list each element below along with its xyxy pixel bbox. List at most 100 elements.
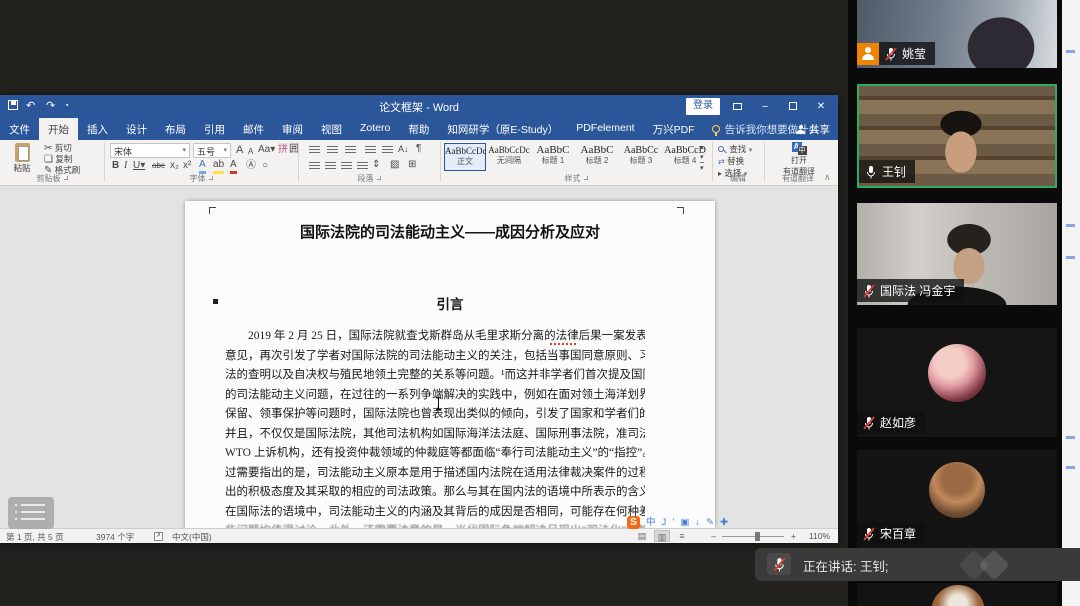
ime-toolbar[interactable]: S 中 J ’ ▣ ↓ ✎ ✚ (627, 515, 728, 530)
tab-design[interactable]: 设计 (117, 118, 156, 140)
sort-icon[interactable]: A↓ (398, 143, 409, 155)
ime-board-icon[interactable]: ▣ (680, 516, 689, 529)
document-page[interactable]: 国际法院的司法能动主义——成因分析及应对 引言 2019 年 2 月 25 日，… (185, 201, 715, 528)
style-heading2[interactable]: AaBbC 标题 2 (576, 143, 618, 171)
style-normal[interactable]: AaBbCcDc 正文 (444, 143, 486, 171)
enclose-characters-icon[interactable]: ○ (262, 160, 268, 172)
ime-chinese-icon[interactable]: 中 (646, 516, 656, 529)
shading-icon[interactable]: ▨ (390, 159, 399, 171)
align-right-icon[interactable] (338, 162, 355, 172)
dialog-launcher-icon[interactable] (377, 176, 381, 180)
read-mode-button[interactable]: ▤ (634, 530, 650, 542)
bold-icon[interactable]: B (112, 160, 119, 172)
zoom-in-button[interactable]: + (791, 531, 796, 541)
dialog-launcher-icon[interactable] (64, 176, 68, 180)
zoom-level[interactable]: 110% (809, 531, 830, 541)
close-button[interactable]: ✕ (808, 95, 834, 118)
tab-review[interactable]: 审阅 (273, 118, 312, 140)
font-name-combo[interactable]: 宋体 ▾ (110, 143, 190, 158)
video-tile-songbaizhang[interactable]: 宋百章 (857, 450, 1057, 548)
word-count[interactable]: 3974 个字 (96, 531, 134, 543)
ime-punct-icon[interactable]: ’ (672, 516, 674, 529)
align-center-icon[interactable] (322, 162, 339, 172)
find-button[interactable]: 查找 ▾ (718, 143, 752, 155)
proofing-icon[interactable] (154, 532, 163, 541)
italic-icon[interactable]: I (124, 160, 127, 172)
align-left-icon[interactable] (306, 162, 323, 172)
increase-indent-icon[interactable] (379, 146, 396, 156)
ribbon-display-options-icon[interactable] (724, 95, 750, 118)
multilevel-list-icon[interactable] (342, 146, 359, 156)
paste-button[interactable]: 粘贴 (6, 143, 38, 173)
video-tile-zhaoruyan[interactable]: 赵如彦 (857, 328, 1057, 437)
line-spacing-icon[interactable]: ⇕ (372, 159, 380, 171)
style-no-spacing[interactable]: AaBbCcDc 无间隔 (488, 143, 530, 171)
tab-wanxing-pdf[interactable]: 万兴PDF (644, 118, 704, 140)
decrease-indent-icon[interactable] (362, 146, 379, 156)
share-button[interactable]: 共享 (796, 122, 830, 137)
page-indicator[interactable]: 第 1 页, 共 5 页 (6, 531, 64, 543)
tab-cnki-estudy[interactable]: 知网研学（原E-Study） (438, 118, 567, 140)
tab-file[interactable]: 文件 (0, 118, 39, 140)
video-tile-yaoying[interactable]: 姚莹 (857, 0, 1057, 68)
floating-widget[interactable] (8, 497, 54, 529)
superscript-icon[interactable]: x² (183, 160, 191, 172)
pinyin-guide-icon[interactable]: 拼 (278, 144, 288, 156)
grow-font-icon[interactable]: A (236, 144, 243, 156)
language-indicator[interactable]: 中文(中国) (172, 531, 212, 543)
video-tile-partial[interactable] (857, 583, 1057, 606)
borders-icon[interactable]: ⊞ (408, 159, 416, 171)
subscript-icon[interactable]: x₂ (170, 160, 179, 172)
character-shading-icon[interactable]: Ⓐ (246, 160, 256, 172)
ime-mode-icon[interactable]: J (662, 516, 667, 529)
web-layout-button[interactable]: ≡ (674, 530, 690, 542)
style-heading1[interactable]: AaBbC 标题 1 (532, 143, 574, 171)
tab-view[interactable]: 视图 (312, 118, 351, 140)
tab-mailings[interactable]: 邮件 (234, 118, 273, 140)
collapse-ribbon-icon[interactable]: ∧ (824, 172, 831, 183)
tab-references[interactable]: 引用 (195, 118, 234, 140)
youdao-translate-button[interactable]: A中 打开 有道翻译 (768, 142, 830, 177)
numbering-icon[interactable] (324, 146, 341, 156)
strip-link-mark (1066, 436, 1075, 439)
video-tile-wangzhao[interactable]: 王钊 (857, 84, 1057, 188)
tab-insert[interactable]: 插入 (78, 118, 117, 140)
ime-download-icon[interactable]: ↓ (695, 516, 700, 529)
change-case-icon[interactable]: Aa▾ (258, 144, 275, 156)
login-button[interactable]: 登录 (686, 98, 720, 115)
strikethrough-icon[interactable]: abc (152, 160, 165, 172)
video-tile-fengjinyu[interactable]: 国际法 冯金宇 (857, 203, 1057, 305)
tab-layout[interactable]: 布局 (156, 118, 195, 140)
ime-skin-icon[interactable]: ✎ (706, 516, 714, 529)
tab-help[interactable]: 帮助 (399, 118, 438, 140)
dialog-launcher-icon[interactable] (209, 176, 213, 180)
ime-tools-icon[interactable]: ✚ (720, 516, 728, 529)
restore-button[interactable] (780, 95, 806, 118)
zoom-out-button[interactable]: – (711, 531, 716, 541)
strip-link-mark (1066, 466, 1075, 469)
print-layout-button[interactable]: ▥ (654, 530, 670, 542)
underline-icon[interactable]: U▾ (133, 160, 145, 172)
zoom-slider[interactable] (722, 536, 784, 537)
participant-name: 宋百章 (880, 525, 916, 542)
sogou-logo-icon[interactable]: S (627, 516, 640, 529)
document-area[interactable]: 国际法院的司法能动主义——成因分析及应对 引言 2019 年 2 月 25 日，… (0, 186, 838, 528)
zoom-slider-thumb[interactable] (755, 532, 760, 541)
shrink-font-icon[interactable]: A (248, 146, 253, 158)
person-icon (796, 125, 805, 134)
font-color-icon[interactable]: A (230, 159, 237, 174)
justify-icon[interactable] (354, 162, 371, 172)
dialog-launcher-icon[interactable] (584, 176, 588, 180)
style-heading3[interactable]: AaBbCc 标题 3 (620, 143, 662, 171)
tab-zotero[interactable]: Zotero (351, 118, 399, 140)
show-marks-icon[interactable]: ¶ (416, 143, 421, 155)
muted-mic-icon[interactable] (767, 553, 791, 575)
tab-home[interactable]: 开始 (39, 118, 78, 140)
font-size-combo[interactable]: 五号 ▾ (193, 143, 231, 158)
minimize-button[interactable]: – (752, 95, 778, 118)
highlight-color-icon[interactable]: ab (213, 159, 224, 174)
bullets-icon[interactable] (306, 146, 323, 156)
body-text: 2019 年 2 月 25 日，国际法院就查戈斯群岛从毛里求斯分离的法律后果一案… (225, 327, 645, 528)
text-effects-icon[interactable]: A (199, 159, 206, 174)
tab-pdfelement[interactable]: PDFelement (567, 118, 643, 140)
